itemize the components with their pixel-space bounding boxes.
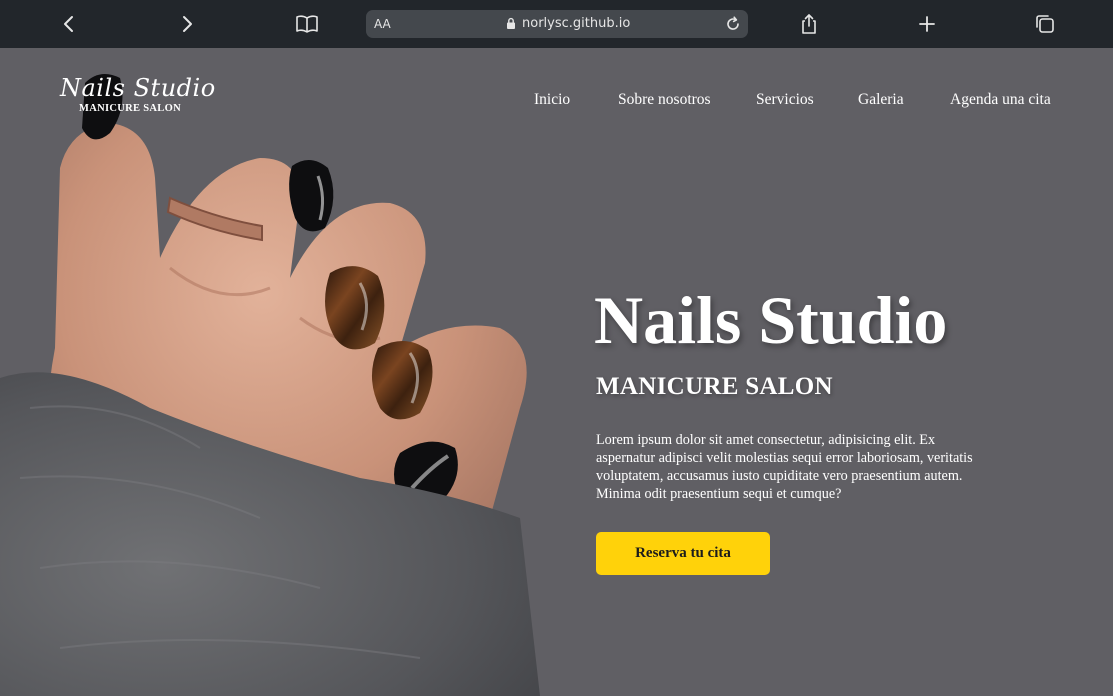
url-display[interactable]: norlysc.github.io [506, 16, 630, 31]
url-host: norlysc.github.io [522, 16, 631, 31]
logo-subtitle: MANICURE SALON [79, 103, 181, 114]
book-icon [296, 15, 318, 33]
browser-toolbar: AA norlysc.github.io [0, 0, 1113, 48]
nav-item-inicio[interactable]: Inicio [534, 91, 570, 109]
web-page: Nails Studio MANICURE SALON Inicio Sobre… [0, 48, 1113, 696]
plus-icon [919, 16, 935, 32]
hero-title: Nails Studio [594, 282, 948, 358]
nav-item-servicios[interactable]: Servicios [756, 91, 814, 109]
new-tab-button[interactable] [914, 0, 940, 48]
nav-item-agenda-una-cita[interactable]: Agenda una cita [950, 91, 1051, 109]
reader-button[interactable] [292, 0, 322, 48]
nav-item-galeria[interactable]: Galeria [858, 91, 904, 109]
lock-icon [507, 17, 515, 29]
hero-hand-image [0, 74, 540, 696]
logo-script-text: Nails Studio [60, 74, 216, 102]
address-bar[interactable]: AA norlysc.github.io [366, 10, 748, 38]
text-size-button[interactable]: AA [374, 17, 391, 31]
forward-button[interactable] [174, 0, 200, 48]
reload-icon [727, 16, 739, 30]
hero-subtitle: MANICURE SALON [596, 373, 833, 400]
nav-item-sobre-nosotros[interactable]: Sobre nosotros [618, 91, 711, 109]
book-appointment-button[interactable]: Reserva tu cita [596, 532, 770, 575]
chevron-right-icon [183, 16, 192, 32]
back-button[interactable] [56, 0, 82, 48]
chevron-left-icon [64, 16, 73, 32]
hero-description: Lorem ipsum dolor sit amet consectetur, … [596, 432, 973, 502]
tabs-overview-button[interactable] [1032, 0, 1058, 48]
tabs-icon [1036, 15, 1054, 33]
share-icon [802, 14, 816, 34]
main-nav: Inicio Sobre nosotros Servicios Galeria … [534, 91, 1054, 111]
share-button[interactable] [796, 0, 822, 48]
reload-button[interactable] [724, 15, 742, 37]
site-logo[interactable]: Nails Studio MANICURE SALON [60, 74, 216, 114]
